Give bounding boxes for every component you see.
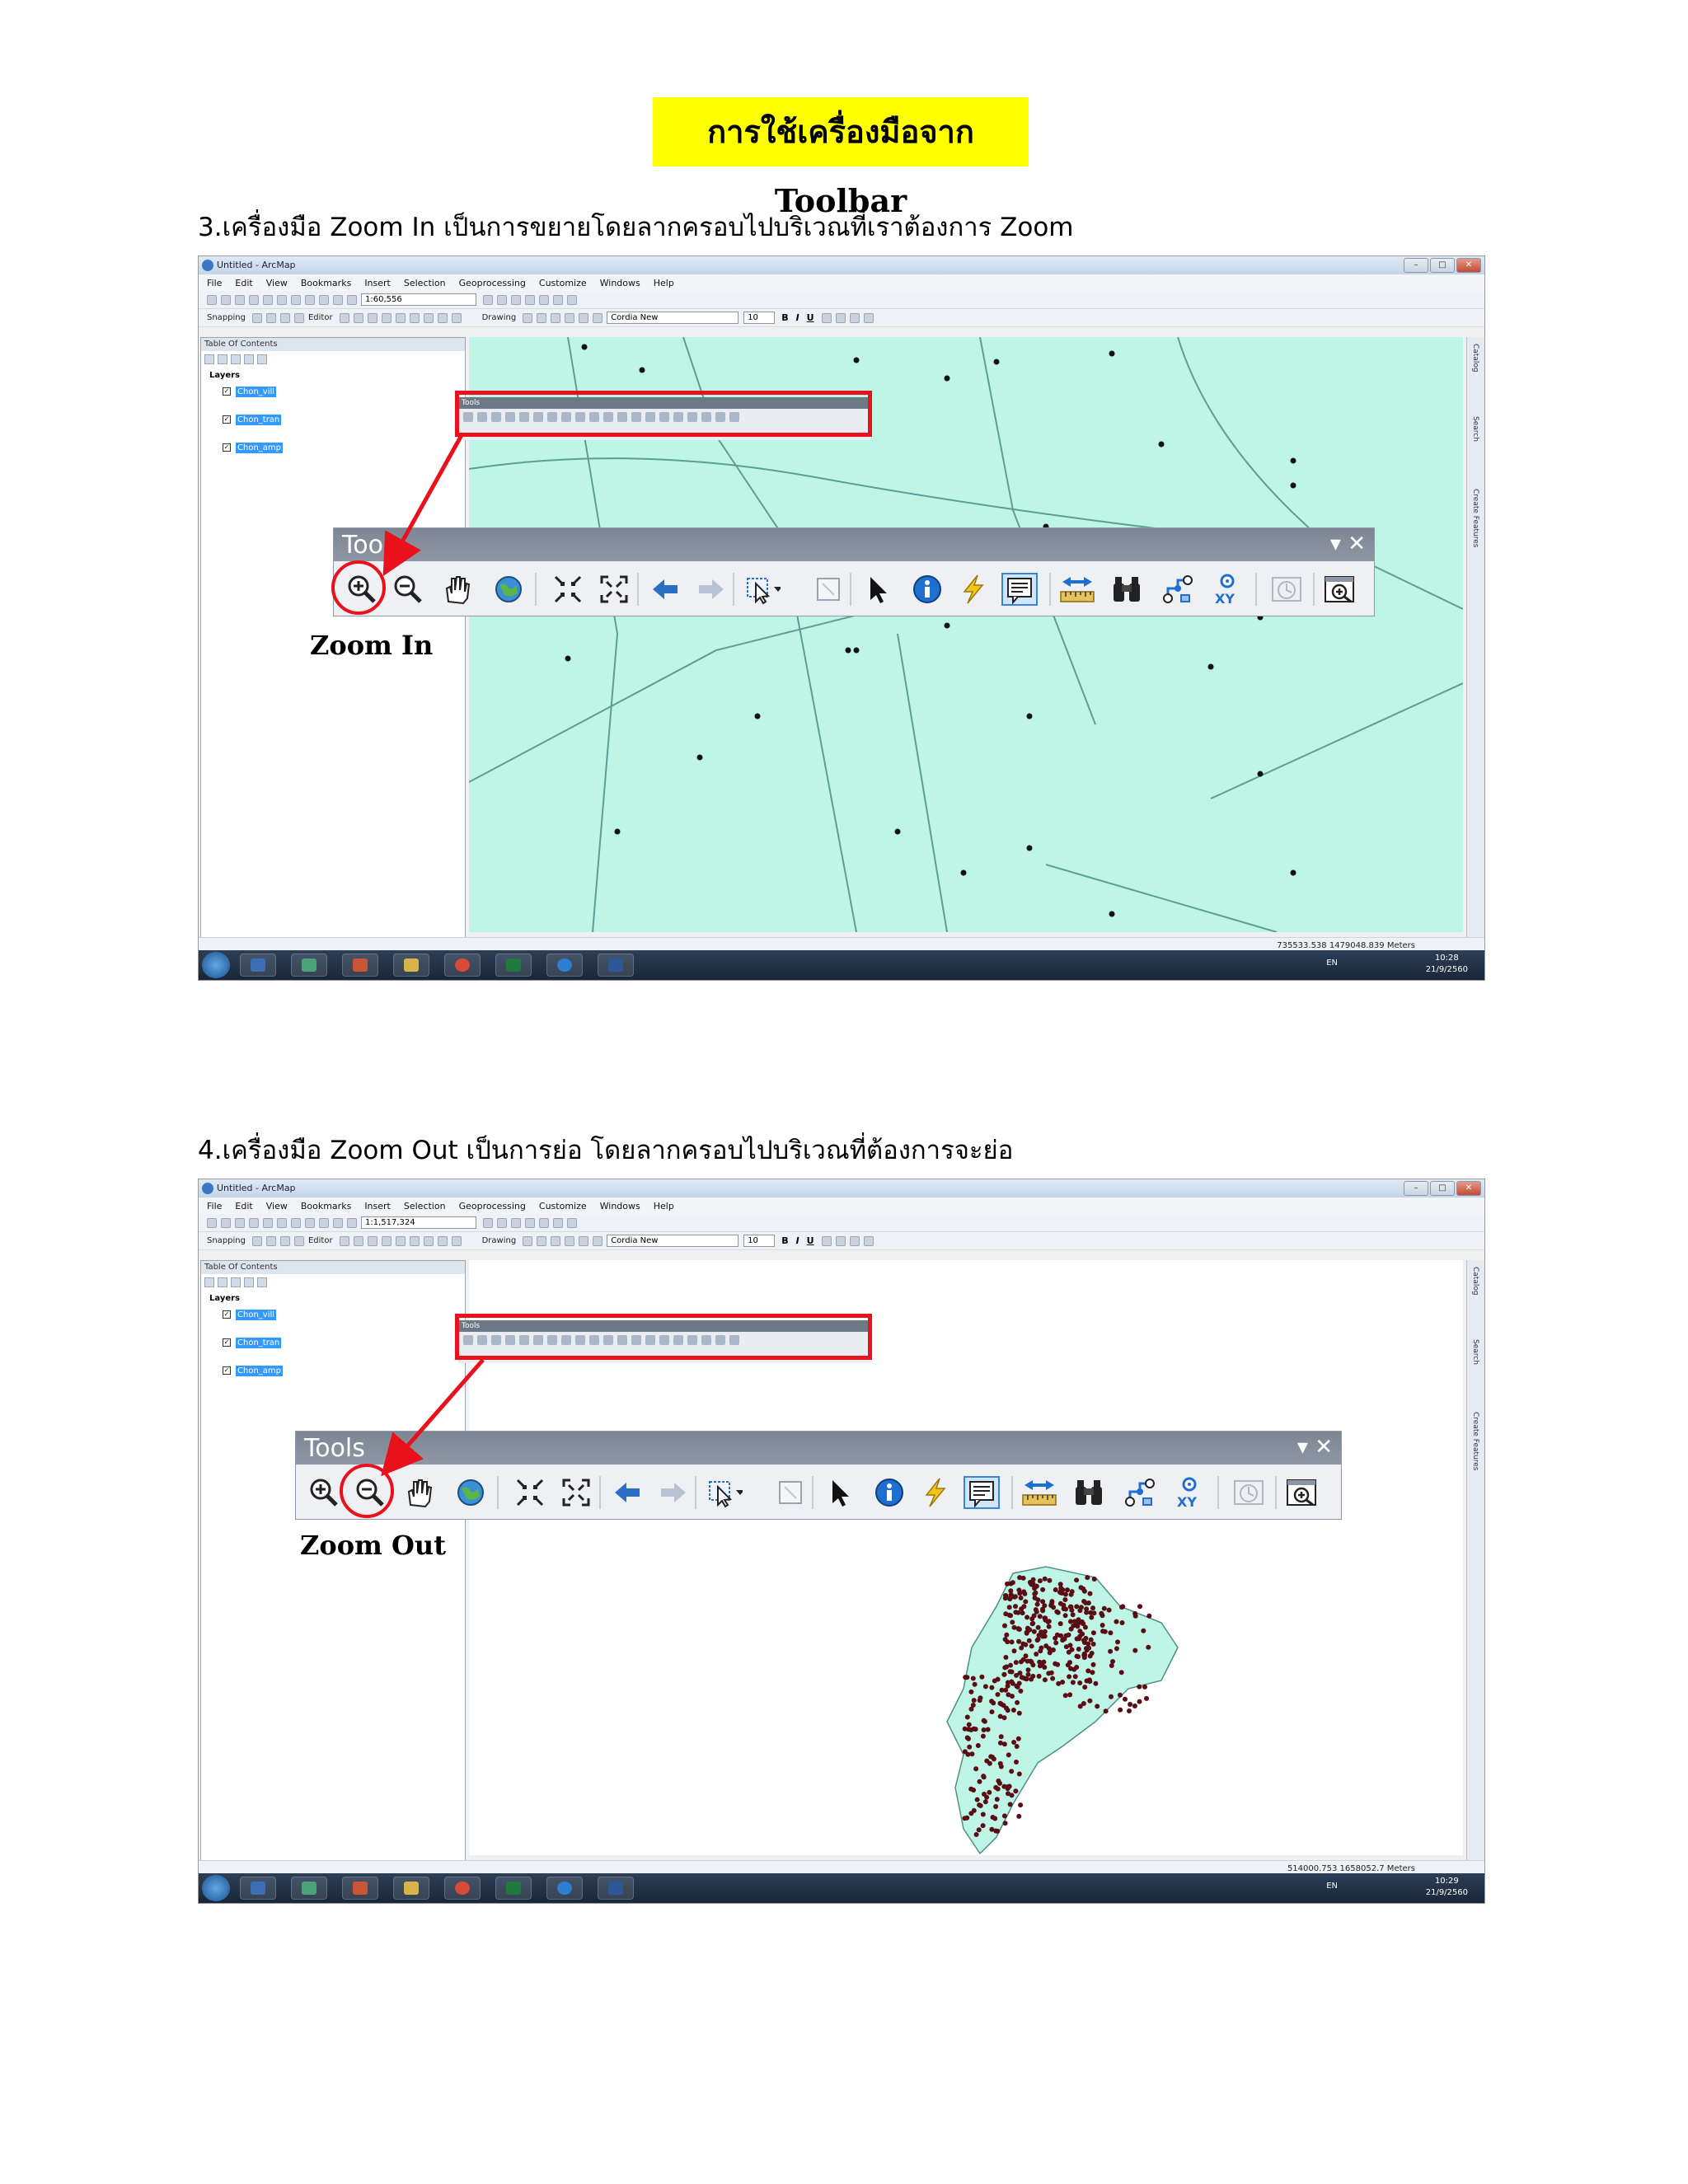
callout-arrows (381, 434, 485, 1477)
zoom-out-arrow (381, 1358, 485, 1477)
zoom-in-arrow (382, 434, 464, 577)
